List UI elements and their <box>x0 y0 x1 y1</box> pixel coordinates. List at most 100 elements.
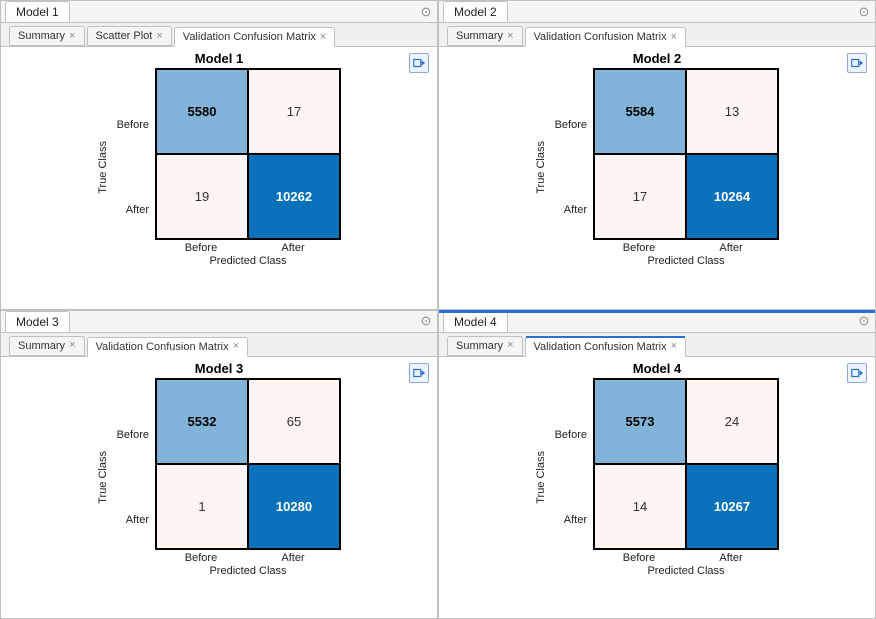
cell-before-before: 5584 <box>594 69 686 154</box>
active-panel-indicator <box>439 310 875 313</box>
y-axis-label: True Class <box>97 141 109 194</box>
close-icon[interactable]: × <box>507 340 513 351</box>
cell-before-after: 17 <box>248 69 340 154</box>
cell-after-before: 1 <box>156 464 248 549</box>
subtab-bar: Summary × Scatter Plot × Validation Conf… <box>1 23 437 47</box>
subtab-label: Validation Confusion Matrix <box>183 31 316 43</box>
subtab-label: Validation Confusion Matrix <box>534 341 667 353</box>
y-tick-labels: Before After <box>551 392 587 562</box>
panel-menu-icon[interactable]: ⊙ <box>419 5 433 19</box>
panel-header: Model 3 ⊙ <box>1 311 437 333</box>
cell-before-after: 65 <box>248 379 340 464</box>
confusion-matrix-plot: Model 2 True Class Before After 5584 13 … <box>535 51 779 267</box>
subtab-validation-confusion-matrix[interactable]: Validation Confusion Matrix × <box>87 337 249 357</box>
panel-title-label: Model 1 <box>16 5 59 19</box>
close-icon[interactable]: × <box>69 340 75 351</box>
plot-title: Model 1 <box>195 51 243 66</box>
confusion-matrix-grid: 5584 13 17 10264 <box>593 68 779 240</box>
x-axis-label: Predicted Class <box>155 254 341 267</box>
panel-title-tab[interactable]: Model 3 <box>5 311 70 332</box>
subtab-bar: Summary × Validation Confusion Matrix × <box>439 333 875 357</box>
close-icon[interactable]: × <box>671 32 677 43</box>
x-axis-label: Predicted Class <box>593 254 779 267</box>
subtab-scatter-plot[interactable]: Scatter Plot × <box>87 26 172 46</box>
confusion-matrix-grid: 5532 65 1 10280 <box>155 378 341 550</box>
subtab-validation-confusion-matrix[interactable]: Validation Confusion Matrix × <box>525 27 687 47</box>
y-tick-labels: Before After <box>113 392 149 562</box>
subtab-label: Summary <box>18 30 65 42</box>
y-tick-before: Before <box>551 392 587 477</box>
y-tick-after: After <box>551 477 587 562</box>
x-tick-labels: Before After <box>155 240 339 254</box>
subtab-validation-confusion-matrix[interactable]: Validation Confusion Matrix × <box>174 27 336 47</box>
x-axis-label: Predicted Class <box>155 564 341 577</box>
plot-title: Model 2 <box>633 51 681 66</box>
panel-menu-icon[interactable]: ⊙ <box>857 5 871 19</box>
restore-view-button[interactable] <box>409 53 429 73</box>
panel-menu-icon[interactable]: ⊙ <box>419 314 433 328</box>
panel-title-tab[interactable]: Model 1 <box>5 1 70 22</box>
y-axis-label: True Class <box>535 451 547 504</box>
subtab-summary[interactable]: Summary × <box>9 26 85 46</box>
x-axis-label: Predicted Class <box>593 564 779 577</box>
close-icon[interactable]: × <box>320 32 326 43</box>
restore-view-button[interactable] <box>847 363 867 383</box>
subtab-summary[interactable]: Summary × <box>447 336 523 356</box>
active-subtab-indicator <box>526 336 686 338</box>
cell-before-after: 13 <box>686 69 778 154</box>
x-tick-before: Before <box>593 550 685 564</box>
x-tick-after: After <box>247 240 339 254</box>
subtab-bar: Summary × Validation Confusion Matrix × <box>1 333 437 357</box>
subtab-label: Scatter Plot <box>96 30 153 42</box>
subtab-label: Validation Confusion Matrix <box>534 31 667 43</box>
panel-model-2: Model 2 ⊙ Summary × Validation Confusion… <box>438 0 876 310</box>
close-icon[interactable]: × <box>507 31 513 42</box>
panel-model-1: Model 1 ⊙ Summary × Scatter Plot × Valid… <box>0 0 438 310</box>
subtab-summary[interactable]: Summary × <box>9 336 85 356</box>
confusion-matrix-grid: 5580 17 19 10262 <box>155 68 341 240</box>
subtab-label: Summary <box>456 340 503 352</box>
y-axis-label: True Class <box>535 141 547 194</box>
panel-title-tab[interactable]: Model 2 <box>443 1 508 22</box>
panel-title-label: Model 3 <box>16 315 59 329</box>
y-tick-before: Before <box>551 83 587 168</box>
cell-before-before: 5532 <box>156 379 248 464</box>
cell-after-after: 10264 <box>686 154 778 239</box>
plot-area: Model 4 True Class Before After 5573 24 … <box>439 357 875 619</box>
cell-after-before: 14 <box>594 464 686 549</box>
confusion-matrix-plot: Model 1 True Class Before After 5580 17 … <box>97 51 341 267</box>
plot-area: Model 3 True Class Before After 5532 65 … <box>1 357 437 619</box>
panel-menu-icon[interactable]: ⊙ <box>857 314 871 328</box>
x-tick-before: Before <box>593 240 685 254</box>
x-tick-after: After <box>685 550 777 564</box>
x-tick-labels: Before After <box>593 240 777 254</box>
plot-area: Model 1 True Class Before After 5580 17 … <box>1 47 437 309</box>
restore-view-button[interactable] <box>847 53 867 73</box>
close-icon[interactable]: × <box>156 31 162 42</box>
subtab-summary[interactable]: Summary × <box>447 26 523 46</box>
confusion-matrix-plot: Model 3 True Class Before After 5532 65 … <box>97 361 341 577</box>
restore-view-button[interactable] <box>409 363 429 383</box>
cell-after-after: 10280 <box>248 464 340 549</box>
panel-title-tab[interactable]: Model 4 <box>443 311 508 332</box>
close-icon[interactable]: × <box>233 341 239 352</box>
panel-title-label: Model 2 <box>454 5 497 19</box>
x-tick-after: After <box>685 240 777 254</box>
x-tick-labels: Before After <box>155 550 339 564</box>
confusion-matrix-grid: 5573 24 14 10267 <box>593 378 779 550</box>
plot-title: Model 3 <box>195 361 243 376</box>
y-tick-after: After <box>113 168 149 253</box>
subtab-validation-confusion-matrix[interactable]: Validation Confusion Matrix × <box>525 337 687 357</box>
panel-header: Model 2 ⊙ <box>439 1 875 23</box>
subtab-bar: Summary × Validation Confusion Matrix × <box>439 23 875 47</box>
y-tick-after: After <box>113 477 149 562</box>
close-icon[interactable]: × <box>69 31 75 42</box>
cell-after-after: 10267 <box>686 464 778 549</box>
subtab-label: Summary <box>18 340 65 352</box>
close-icon[interactable]: × <box>671 341 677 352</box>
subtab-label: Validation Confusion Matrix <box>96 341 229 353</box>
panel-model-4: Model 4 ⊙ Summary × Validation Confusion… <box>438 310 876 619</box>
cell-before-before: 5573 <box>594 379 686 464</box>
x-tick-labels: Before After <box>593 550 777 564</box>
subtab-label: Summary <box>456 30 503 42</box>
